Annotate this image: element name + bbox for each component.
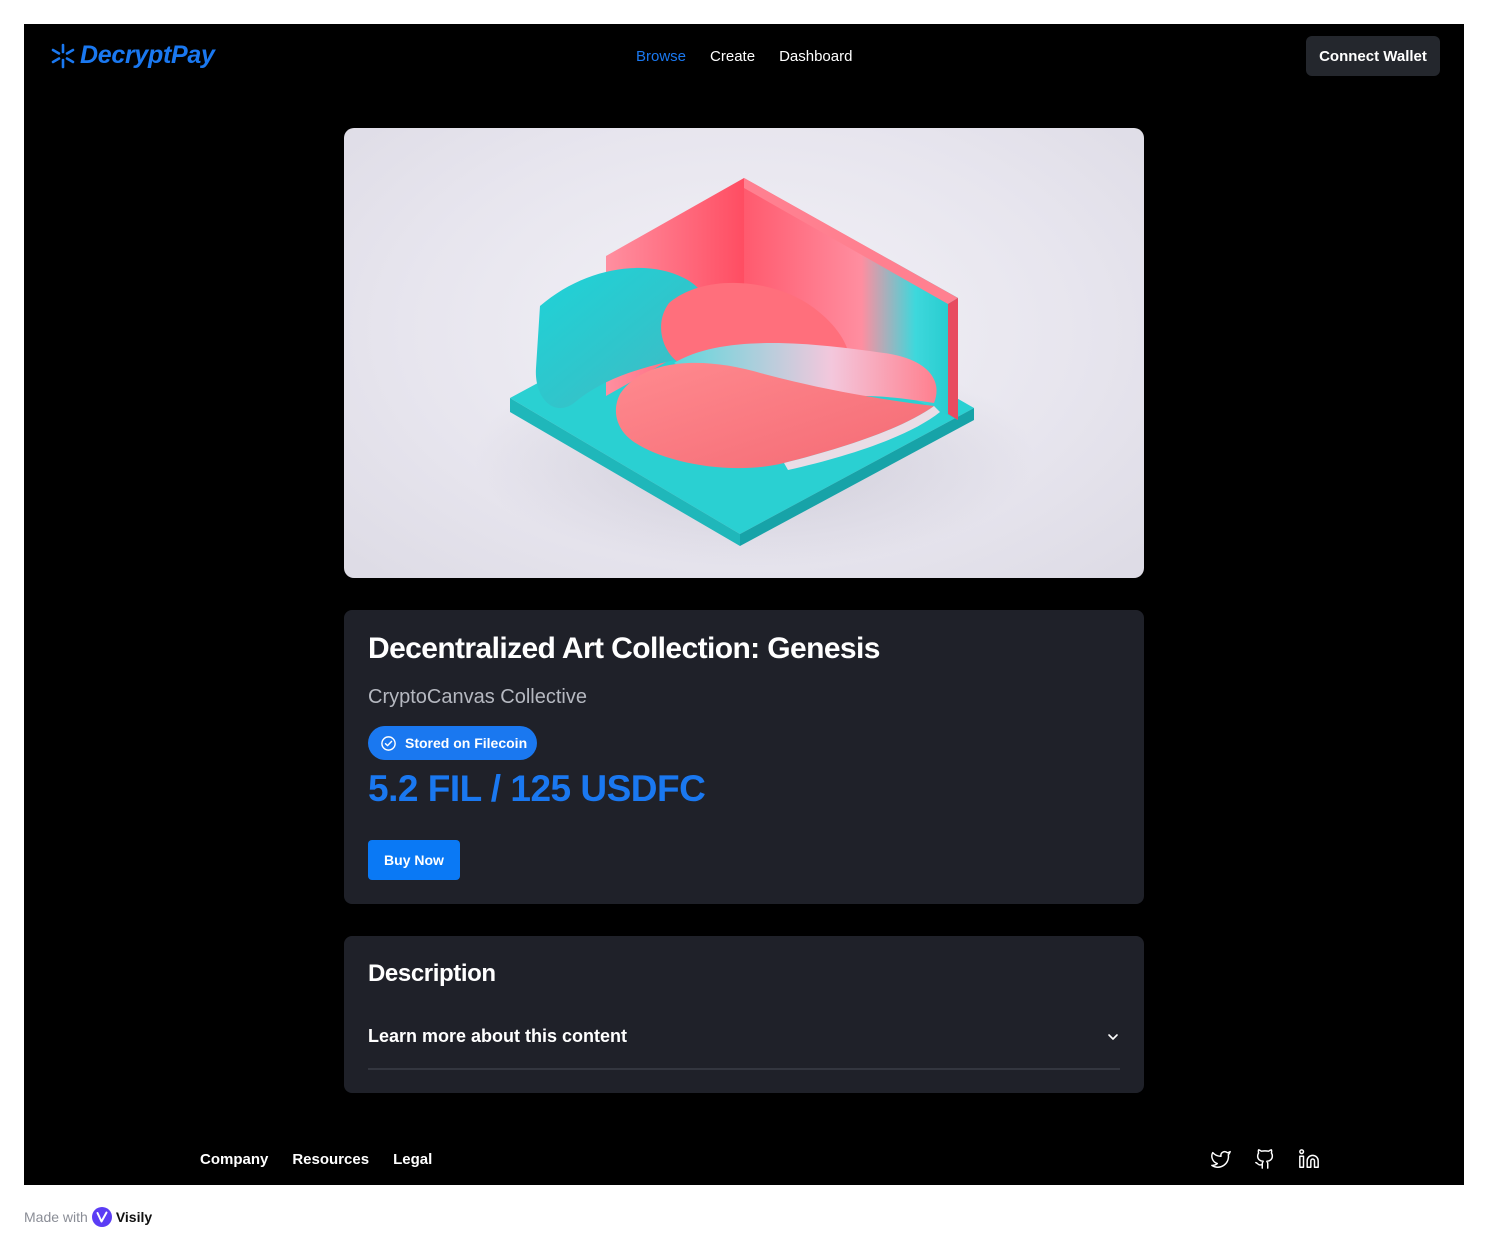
check-circle-icon: [381, 735, 396, 751]
item-info-card: Decentralized Art Collection: Genesis Cr…: [344, 610, 1144, 904]
item-price: 5.2 FIL / 125 USDFC: [368, 768, 706, 809]
made-with-banner[interactable]: Made with Visily: [24, 1207, 152, 1227]
footer-links: Company Resources Legal: [200, 1151, 432, 1168]
nav-browse[interactable]: Browse: [636, 48, 686, 65]
app-frame: DecryptPay Browse Create Dashboard Conne…: [24, 24, 1464, 1185]
footer-link-resources[interactable]: Resources: [292, 1151, 369, 1168]
artwork-illustration: [474, 178, 1034, 568]
footer-link-company[interactable]: Company: [200, 1151, 268, 1168]
social-links: [1210, 1148, 1320, 1170]
brand-logo[interactable]: DecryptPay: [50, 41, 215, 70]
visily-brand: Visily: [115, 1209, 153, 1225]
item-title: Decentralized Art Collection: Genesis: [368, 632, 880, 665]
github-icon[interactable]: [1254, 1148, 1276, 1170]
connect-wallet-button[interactable]: Connect Wallet: [1306, 36, 1440, 76]
nav-create[interactable]: Create: [710, 48, 755, 65]
chevron-down-icon: [1108, 1034, 1118, 1040]
top-navbar: DecryptPay Browse Create Dashboard Conne…: [24, 24, 1464, 88]
accordion-label: Learn more about this content: [368, 1026, 628, 1046]
brand-name: DecryptPay: [80, 41, 215, 69]
description-heading: Description: [368, 960, 496, 987]
description-accordion[interactable]: Learn more about this content: [368, 1018, 1120, 1070]
hero-image: [344, 128, 1144, 578]
storage-badge: Stored on Filecoin: [368, 726, 538, 760]
storage-badge-label: Stored on Filecoin: [405, 735, 528, 751]
main-nav: Browse Create Dashboard: [636, 48, 852, 65]
footer-link-legal[interactable]: Legal: [393, 1151, 432, 1168]
asterisk-logo-icon: [51, 43, 75, 68]
linkedin-icon[interactable]: [1298, 1148, 1320, 1170]
description-card: Description Learn more about this conten…: [344, 936, 1144, 1093]
twitter-icon[interactable]: [1210, 1148, 1232, 1170]
visily-logo-icon: [91, 1207, 112, 1227]
made-with-prefix: Made with: [24, 1209, 88, 1225]
buy-now-button[interactable]: Buy Now: [368, 840, 460, 880]
creator-name[interactable]: CryptoCanvas Collective: [368, 686, 587, 709]
nav-dashboard[interactable]: Dashboard: [779, 48, 852, 65]
